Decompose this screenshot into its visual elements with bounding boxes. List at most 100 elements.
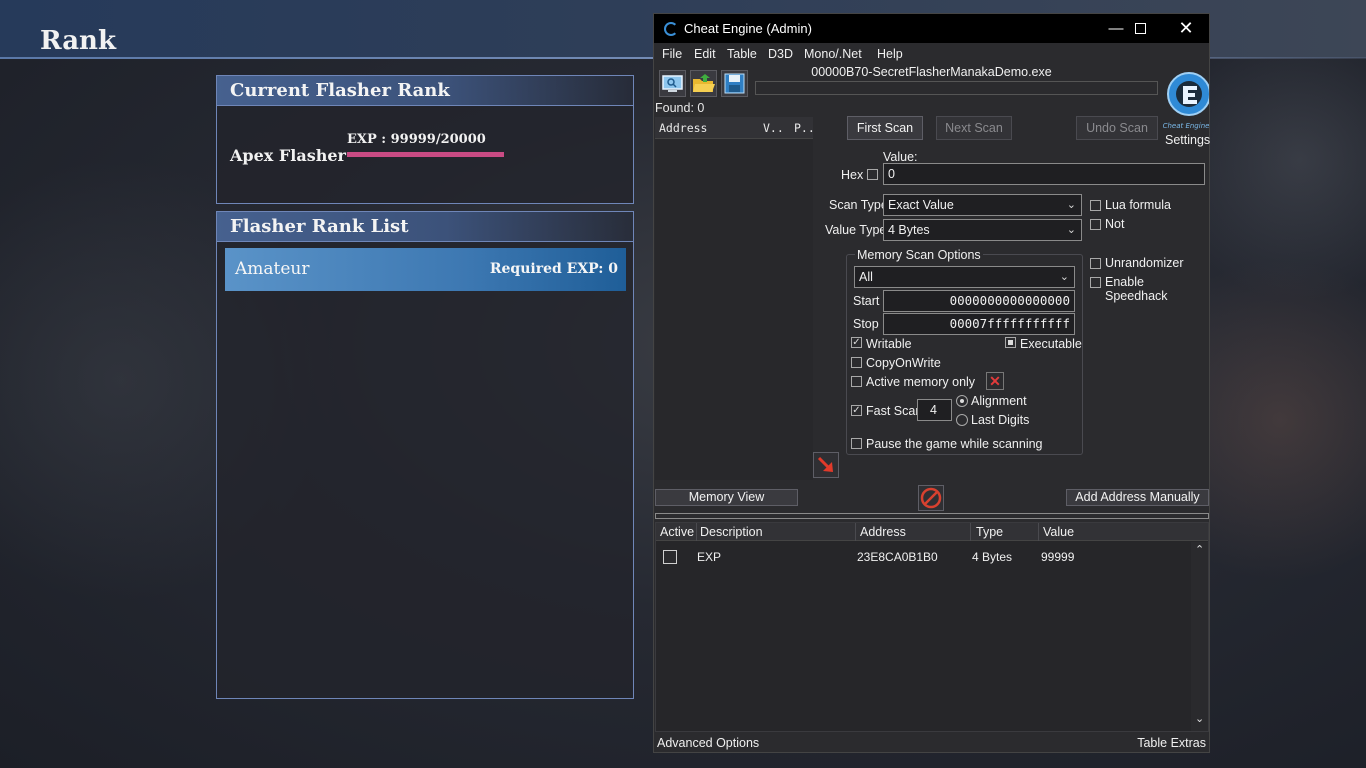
found-count: Found: 0 (655, 101, 705, 115)
process-name: 00000B70-SecretFlasherManakaDemo.exe (811, 65, 1052, 79)
exp-progress-bar (347, 152, 504, 157)
pause-game-checkbox[interactable] (851, 438, 862, 449)
address-list-header: Address V.. P.. (655, 117, 815, 139)
col-value[interactable]: Value (1043, 525, 1074, 539)
exp-progress-fill (347, 152, 504, 157)
current-rank-name: Apex Flasher (230, 146, 346, 165)
not-checkbox[interactable] (1090, 219, 1101, 230)
writable-checkbox[interactable]: ✓ (851, 337, 862, 348)
add-to-list-button[interactable] (813, 452, 839, 478)
memory-view-button[interactable]: Memory View (655, 489, 798, 506)
alignment-label: Alignment (971, 394, 1027, 408)
copyonwrite-checkbox[interactable] (851, 357, 862, 368)
start-address-input[interactable]: 0000000000000000 (883, 290, 1075, 312)
vertical-scrollbar[interactable]: ⌃ ⌄ (1191, 542, 1208, 731)
hex-checkbox[interactable] (867, 169, 878, 180)
cheat-table-header: Active Description Address Type Value (656, 523, 1208, 541)
col-value[interactable]: V.. (763, 121, 784, 135)
cheat-engine-logo-icon: Cheat Engine (1163, 72, 1211, 130)
exp-text: EXP : 99999/20000 (347, 132, 486, 147)
rank-list-item[interactable]: Amateur Required EXP: 0 (225, 248, 626, 291)
rank-list-header: Flasher Rank List (217, 212, 633, 242)
stop-address-input[interactable]: 00007fffffffffff (883, 313, 1075, 335)
stop-icon (918, 485, 944, 511)
memory-region-value: All (859, 270, 873, 284)
menu-edit[interactable]: Edit (694, 47, 716, 61)
column-separator[interactable] (696, 523, 697, 541)
current-rank-title: Current Flasher Rank (230, 80, 450, 101)
col-type[interactable]: Type (976, 525, 1003, 539)
found-address-list[interactable]: Address V.. P.. (655, 117, 815, 480)
col-previous[interactable]: P.. (794, 121, 815, 135)
cheat-engine-logo[interactable]: Cheat Engine (1163, 64, 1211, 130)
hex-label: Hex (841, 168, 864, 182)
title-bar[interactable]: Cheat Engine (Admin) — ✕ (654, 14, 1209, 43)
menu-bar: File Edit Table D3D Mono/.Net Help (654, 43, 1209, 65)
scroll-up-icon[interactable]: ⌃ (1195, 543, 1204, 556)
value-label: Value: (883, 150, 918, 164)
rank-item-name: Amateur (235, 259, 310, 279)
scroll-down-icon[interactable]: ⌄ (1195, 712, 1204, 725)
column-separator[interactable] (970, 523, 971, 541)
scan-type-label: Scan Type (829, 198, 888, 212)
menu-mono-net[interactable]: Mono/.Net (804, 47, 862, 61)
copyonwrite-label: CopyOnWrite (866, 356, 941, 370)
advanced-options-link[interactable]: Advanced Options (657, 736, 759, 750)
close-button[interactable]: ✕ (1163, 14, 1209, 43)
menu-file[interactable]: File (662, 47, 682, 61)
active-memory-checkbox[interactable] (851, 376, 862, 387)
red-x-icon[interactable]: ✕ (986, 372, 1004, 390)
maximize-button[interactable] (1117, 14, 1163, 43)
page-title: Rank (40, 26, 116, 56)
unrandomizer-checkbox[interactable] (1090, 258, 1101, 269)
speedhack-checkbox[interactable] (1090, 277, 1101, 288)
col-address[interactable]: Address (659, 121, 707, 135)
memory-region-select[interactable]: All ⌄ (854, 266, 1075, 288)
lua-formula-checkbox[interactable] (1090, 200, 1101, 211)
red-arrow-icon (817, 456, 833, 472)
unrandomizer-label: Unrandomizer (1105, 256, 1184, 270)
value-type-value: 4 Bytes (888, 223, 930, 237)
row-value: 99999 (1041, 550, 1075, 564)
dropdown-caret-icon: ⌄ (1066, 224, 1076, 236)
col-address[interactable]: Address (860, 525, 906, 539)
fast-scan-label: Fast Scan (866, 404, 923, 418)
row-active-checkbox[interactable] (663, 550, 677, 564)
menu-help[interactable]: Help (877, 47, 903, 61)
fast-scan-checkbox[interactable]: ✓ (851, 405, 862, 416)
column-separator[interactable] (1038, 523, 1039, 541)
last-digits-radio[interactable] (956, 414, 968, 426)
column-separator[interactable] (855, 523, 856, 541)
value-type-select[interactable]: 4 Bytes ⌄ (883, 219, 1082, 241)
row-type: 4 Bytes (972, 550, 1013, 564)
executable-checkbox[interactable] (1005, 337, 1016, 348)
first-scan-button[interactable]: First Scan (847, 116, 923, 140)
row-description: EXP (697, 550, 722, 564)
maximize-icon (1134, 23, 1146, 34)
col-description[interactable]: Description (700, 525, 763, 539)
window-title: Cheat Engine (Admin) (684, 21, 812, 36)
stop-button[interactable] (918, 485, 944, 511)
fast-scan-input[interactable]: 4 (917, 399, 952, 421)
row-address: 23E8CA0B1B0 (857, 550, 938, 564)
close-icon: ✕ (1178, 18, 1194, 38)
not-label: Not (1105, 217, 1125, 231)
scan-type-select[interactable]: Exact Value ⌄ (883, 194, 1082, 216)
col-active[interactable]: Active (660, 525, 694, 539)
value-input[interactable]: 0 (883, 163, 1205, 185)
splitter-bar[interactable] (655, 513, 1209, 519)
menu-d3d[interactable]: D3D (768, 47, 793, 61)
table-extras-link[interactable]: Table Extras (1137, 736, 1206, 750)
undo-scan-button[interactable]: Undo Scan (1076, 116, 1158, 140)
rank-item-required-exp: Required EXP: 0 (489, 261, 618, 277)
menu-table[interactable]: Table (727, 47, 757, 61)
speedhack-label: Enable Speedhack (1105, 275, 1168, 303)
settings-link[interactable]: Settings (1165, 133, 1210, 147)
next-scan-button[interactable]: Next Scan (936, 116, 1012, 140)
alignment-radio[interactable] (956, 395, 968, 407)
executable-label: Executable (1020, 337, 1082, 351)
memory-scan-options-title: Memory Scan Options (855, 248, 983, 262)
current-rank-header: Current Flasher Rank (217, 76, 633, 106)
cheat-table[interactable]: Active Description Address Type Value EX… (655, 522, 1209, 732)
add-address-manually-button[interactable]: Add Address Manually (1066, 489, 1209, 506)
